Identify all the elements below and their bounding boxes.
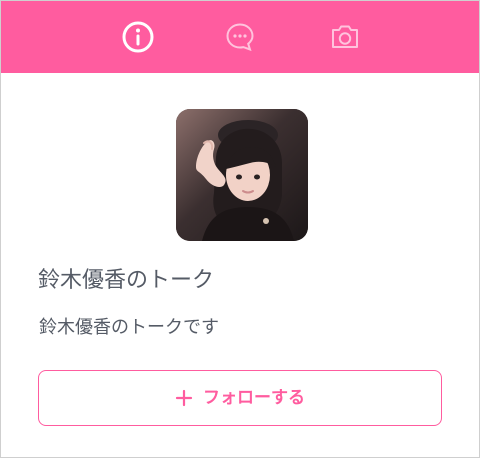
profile-photo: [176, 109, 308, 241]
follow-button[interactable]: フォローする: [38, 370, 442, 426]
tab-talk[interactable]: [222, 19, 258, 55]
info-icon: [122, 21, 154, 53]
camera-icon: [332, 25, 358, 48]
profile-content: 鈴木優香のトーク 鈴木優香のトークです フォローする: [1, 73, 479, 457]
tab-photos[interactable]: [327, 19, 363, 55]
tab-bar: [1, 1, 479, 73]
tab-info[interactable]: [120, 19, 156, 55]
chat-bubble-icon: [226, 23, 254, 52]
talk-description: 鈴木優香のトークです: [39, 317, 219, 338]
plus-icon: [175, 389, 193, 407]
talk-title: 鈴木優香のトーク: [38, 268, 215, 293]
profile-panel: 鈴木優香のトーク 鈴木優香のトークです フォローする: [0, 0, 480, 458]
follow-button-label: フォローする: [203, 388, 305, 408]
profile-avatar: [176, 109, 308, 241]
